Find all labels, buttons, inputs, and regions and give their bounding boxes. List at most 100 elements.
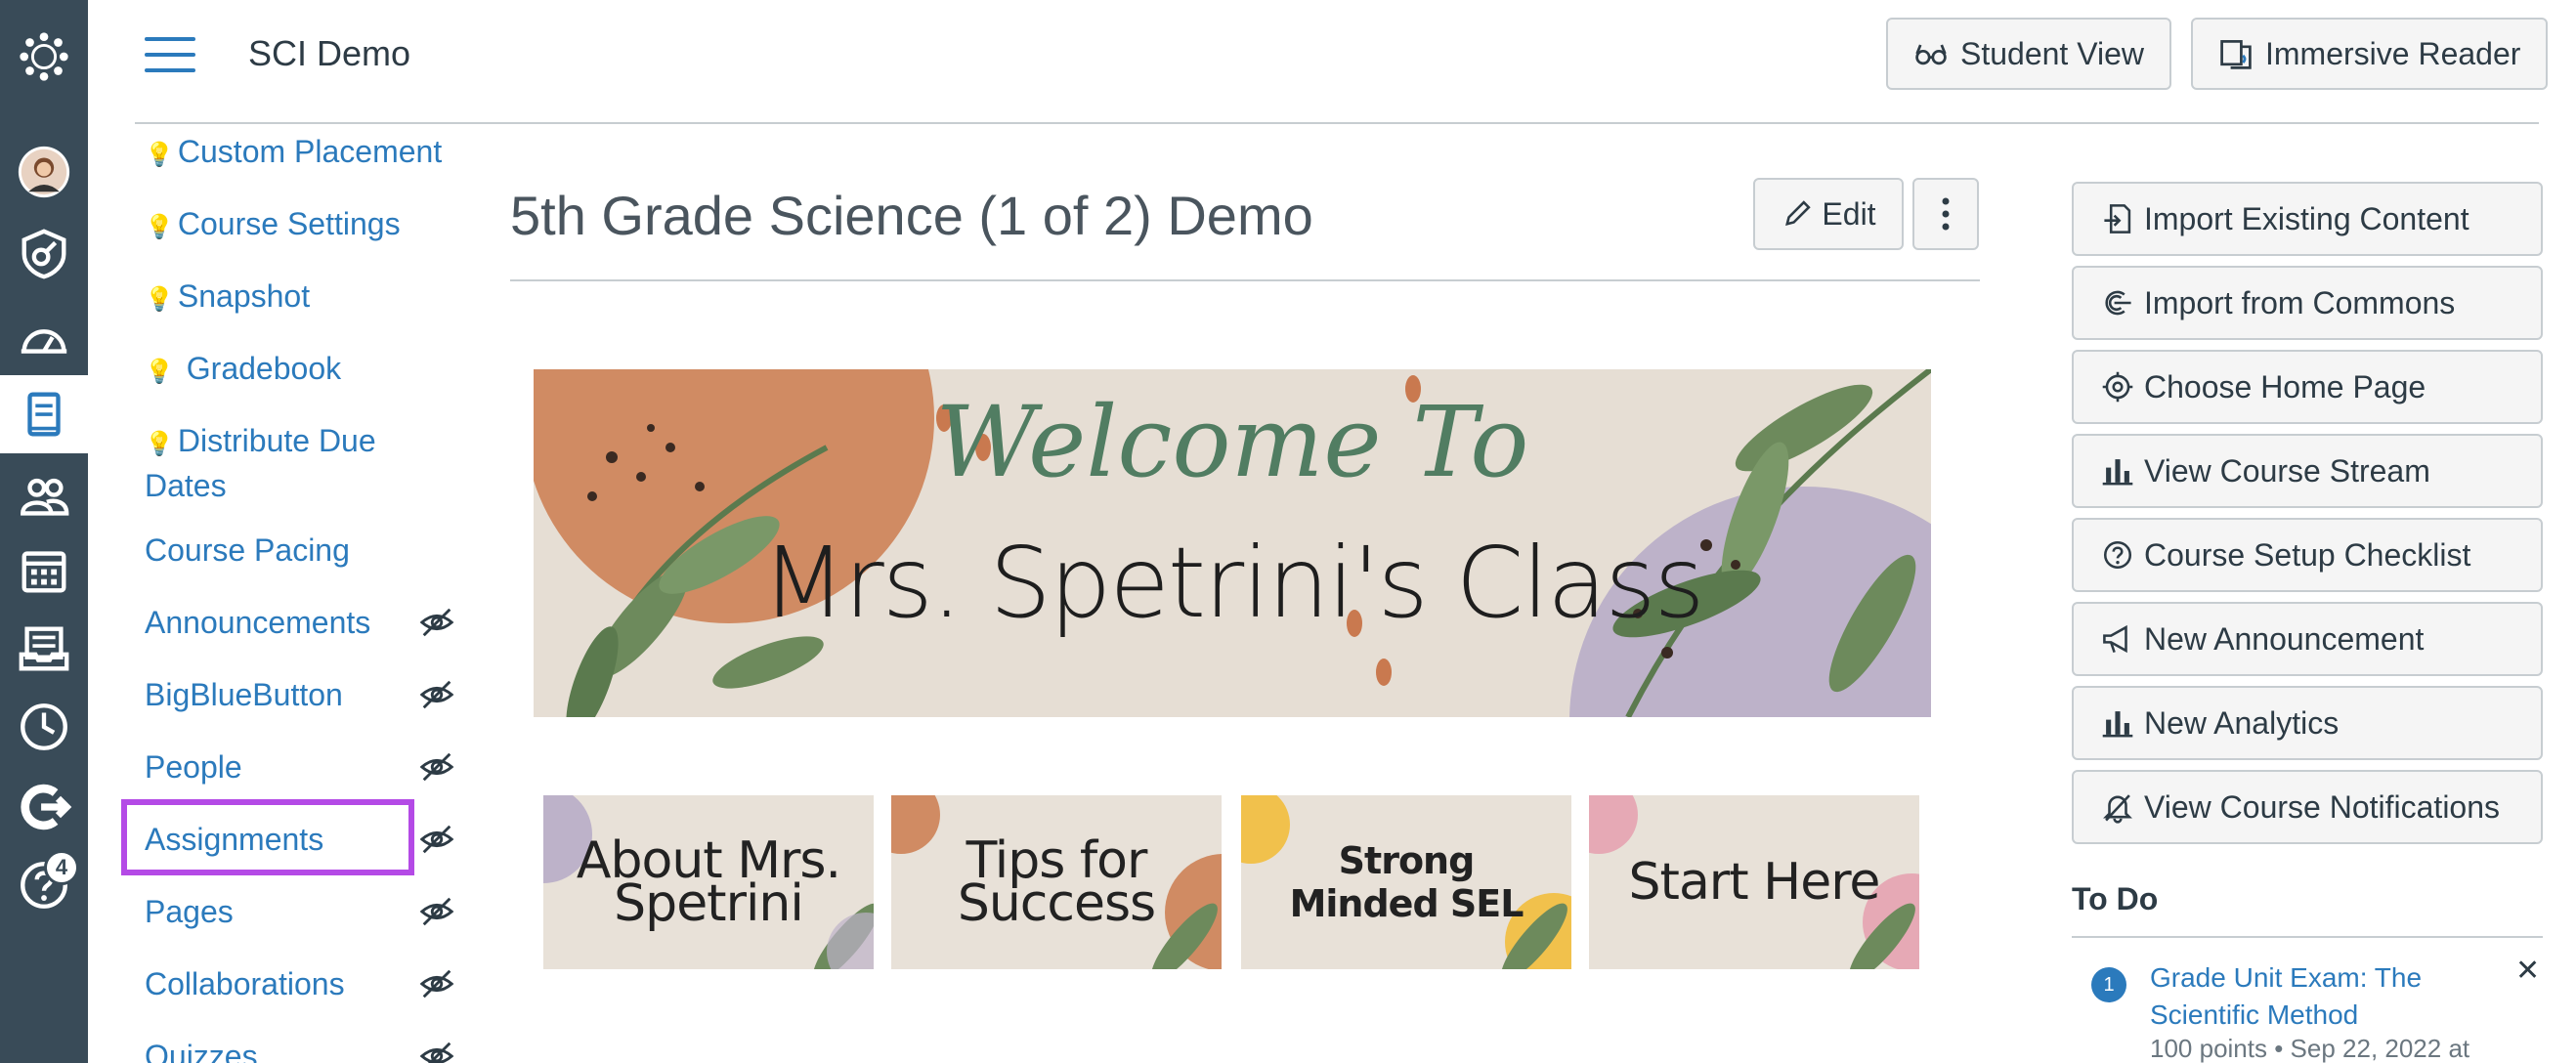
question-icon <box>2103 540 2132 570</box>
bar-chart-icon <box>2102 459 2133 486</box>
groups-icon[interactable] <box>0 457 88 535</box>
hidden-eye-icon <box>419 969 454 999</box>
lightbulb-icon: 💡 <box>145 142 174 168</box>
course-navigation: 💡 Custom Placement 💡 Course Settings 💡 Snap… <box>145 125 467 1063</box>
course-nav-label: Gradebook <box>177 351 342 386</box>
tile-strong-minded-sel[interactable]: Strong Minded SEL <box>1241 795 1571 969</box>
view-course-notifications-button[interactable]: View Course Notifications <box>2072 770 2543 844</box>
course-nav-item-snapshot[interactable]: 💡 Snapshot <box>145 276 467 320</box>
tile-tips-for-success[interactable]: Tips for Success <box>891 795 1222 969</box>
course-nav-label: Course Settings <box>177 206 401 241</box>
history-icon[interactable] <box>0 688 88 766</box>
course-nav-item-people[interactable]: People <box>145 746 467 787</box>
commons-icon[interactable] <box>0 768 88 846</box>
global-navigation: 4 <box>0 0 88 1063</box>
todo-count-badge: 1 <box>2091 967 2126 1002</box>
course-nav-item-pages[interactable]: Pages <box>145 891 467 932</box>
account-avatar[interactable] <box>0 133 88 211</box>
dashboard-icon[interactable] <box>0 301 88 379</box>
import-icon <box>2104 204 2131 234</box>
page-title: 5th Grade Science (1 of 2) Demo <box>510 185 1313 246</box>
new-analytics-button[interactable]: New Analytics <box>2072 686 2543 760</box>
welcome-banner: Welcome To Mrs. Spetrini's Class <box>534 369 1931 717</box>
banner-welcome-text: Welcome To <box>935 385 1529 499</box>
banner-class-name: Mrs. Spetrini's Class <box>761 526 1704 640</box>
lightbulb-icon: 💡 <box>145 286 174 313</box>
hidden-eye-icon <box>419 825 454 854</box>
canvas-logo-icon[interactable] <box>0 18 88 96</box>
student-view-label: Student View <box>1960 35 2144 71</box>
more-options-button[interactable] <box>1912 178 1979 250</box>
immersive-reader-button[interactable]: Immersive Reader <box>2191 18 2549 90</box>
course-nav-label: Course Pacing <box>145 532 350 568</box>
course-nav-item-course-pacing[interactable]: Course Pacing <box>145 530 467 571</box>
course-nav-label: Collaborations <box>145 966 345 1001</box>
side-button-label: Import Existing Content <box>2144 200 2469 236</box>
course-nav-item-announcements[interactable]: Announcements <box>145 602 467 643</box>
side-button-label: New Announcement <box>2144 620 2425 657</box>
view-course-stream-button[interactable]: View Course Stream <box>2072 434 2543 508</box>
target-icon <box>2102 371 2133 403</box>
course-setup-checklist-button[interactable]: Course Setup Checklist <box>2072 518 2543 592</box>
choose-home-page-button[interactable]: Choose Home Page <box>2072 350 2543 424</box>
course-nav-label: Custom Placement <box>177 134 443 169</box>
hamburger-menu-icon[interactable] <box>145 37 195 76</box>
inbox-icon[interactable] <box>0 610 88 688</box>
side-button-label: View Course Stream <box>2144 452 2430 489</box>
course-nav-label: Snapshot <box>177 278 311 314</box>
new-announcement-button[interactable]: New Announcement <box>2072 602 2543 676</box>
immersive-reader-icon <box>2220 40 2252 69</box>
pencil-icon <box>1785 200 1812 226</box>
tile-label: Strong Minded SEL <box>1289 839 1524 925</box>
edit-label: Edit <box>1822 195 1876 232</box>
lightbulb-icon: 💡 <box>145 359 174 385</box>
tile-label: About Mrs. Spetrini <box>576 831 841 933</box>
course-header: SCI Demo Student View Immersive Reader <box>88 0 2576 123</box>
side-button-label: Course Setup Checklist <box>2144 536 2471 573</box>
tile-label: Tips for Success <box>957 831 1156 933</box>
course-breadcrumb[interactable]: SCI Demo <box>248 33 410 74</box>
course-nav-item-quizzes[interactable]: Quizzes <box>145 1036 467 1063</box>
course-nav-item-course-settings[interactable]: 💡 Course Settings <box>145 203 467 248</box>
hidden-eye-icon <box>419 680 454 709</box>
course-nav-item-gradebook[interactable]: 💡 Gradebook <box>145 348 467 393</box>
course-nav-label: Pages <box>145 894 234 929</box>
dismiss-todo-close-icon[interactable]: ✕ <box>2515 954 2540 988</box>
course-nav-label: Announcements <box>145 605 371 640</box>
megaphone-icon <box>2103 624 2127 654</box>
assignments-highlight-box <box>121 799 414 875</box>
calendar-icon[interactable] <box>0 532 88 610</box>
course-nav-item-distribute-due-dates[interactable]: 💡 Distribute Due Dates <box>145 420 428 506</box>
hidden-eye-icon <box>419 608 454 637</box>
import-existing-content-button[interactable]: Import Existing Content <box>2072 182 2543 256</box>
course-nav-item-custom-placement[interactable]: 💡 Custom Placement <box>145 131 467 176</box>
immersive-reader-label: Immersive Reader <box>2265 35 2521 71</box>
bell-off-icon <box>2103 794 2132 824</box>
side-button-label: New Analytics <box>2144 704 2340 741</box>
tile-about-mrs-spetrini[interactable]: About Mrs. Spetrini <box>543 795 874 969</box>
course-nav-label: Quizzes <box>145 1039 258 1063</box>
tile-start-here[interactable]: Start Here <box>1589 795 1919 969</box>
edit-button[interactable]: Edit <box>1753 178 1904 250</box>
todo-item-link[interactable]: Grade Unit Exam: The Scientific Method <box>2150 959 2482 1034</box>
hidden-eye-icon <box>419 752 454 782</box>
course-nav-item-collaborations[interactable]: Collaborations <box>145 963 467 1004</box>
student-view-button[interactable]: Student View <box>1886 18 2171 90</box>
course-nav-label: People <box>145 749 242 785</box>
help-badge: 4 <box>44 850 79 885</box>
kebab-menu-icon <box>1942 197 1950 231</box>
courses-icon[interactable] <box>0 375 88 453</box>
side-button-label: Import from Commons <box>2144 284 2456 320</box>
glasses-icon <box>1915 44 1947 65</box>
todo-heading: To Do <box>2072 881 2159 916</box>
tile-label: Start Here <box>1628 853 1881 912</box>
course-nav-label: Distribute Due Dates <box>145 423 376 503</box>
title-divider <box>510 279 1980 281</box>
commons-icon <box>2105 290 2131 316</box>
bar-chart-icon <box>2102 711 2133 738</box>
admin-icon[interactable] <box>0 215 88 293</box>
todo-divider <box>2072 936 2543 938</box>
course-nav-item-bigbluebutton[interactable]: BigBlueButton <box>145 674 467 715</box>
import-from-commons-button[interactable]: Import from Commons <box>2072 266 2543 340</box>
todo-item-meta: 100 points • Sep 22, 2022 at <box>2150 1034 2470 1063</box>
